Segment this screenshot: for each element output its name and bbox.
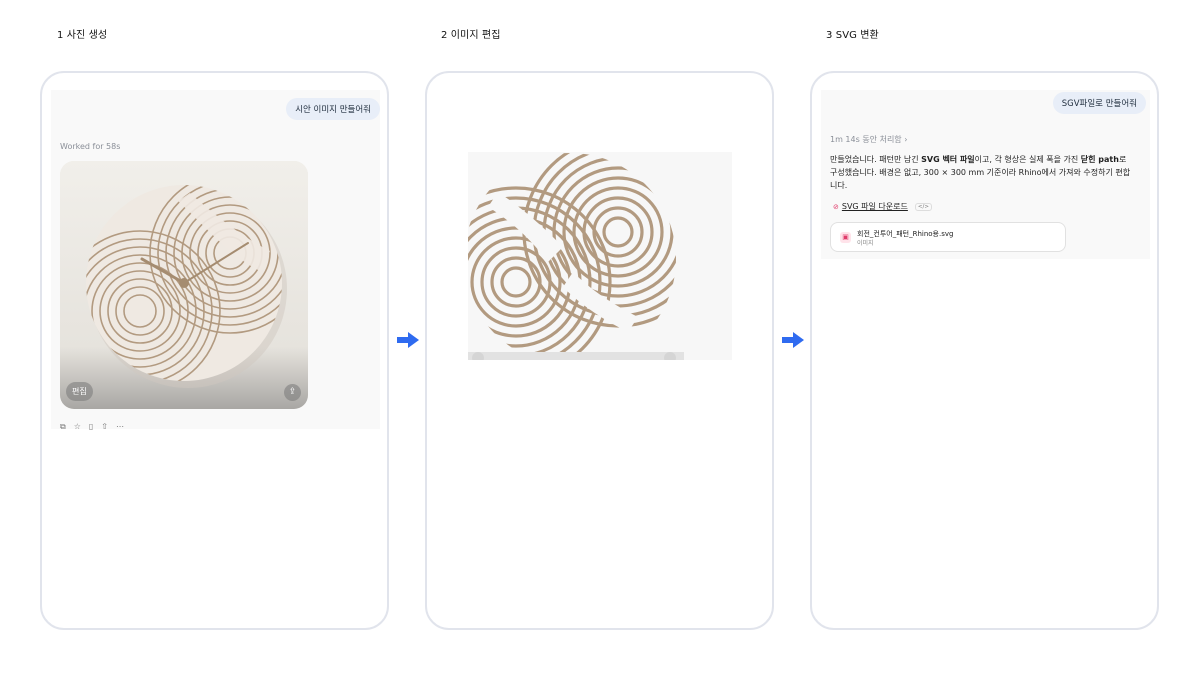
share-icon[interactable]: ⇧ (101, 422, 108, 432)
pattern-preview-image[interactable] (468, 152, 732, 360)
swirl-pattern-graphic (468, 152, 732, 360)
assistant-message: 만들었습니다. 패턴만 남긴 SVG 벡터 파일이고, 각 형상은 실제 폭을 … (830, 153, 1136, 192)
phone-screen-1: 시안 이미지 만들어줘 Worked for 58s 편집 ⇪ ⧉ ☆ ▯ ⇧ … (40, 71, 389, 630)
image-file-icon: ▣ (840, 232, 851, 243)
work-status[interactable]: Worked for 58s (60, 142, 120, 151)
arrow-right-icon (397, 332, 419, 348)
edit-image-button[interactable]: 편집 (66, 382, 93, 401)
chevron-right-icon: › (904, 135, 908, 144)
step-label-2: 2 이미지 편집 (441, 30, 501, 41)
download-label: SVG 파일 다운로드 (841, 202, 908, 211)
file-attachment[interactable]: ▣ 회전_컨투어_패턴_Rhino용.svg 이미지 (830, 222, 1066, 252)
step-label-1: 1 사진 생성 (57, 30, 108, 41)
phone-screen-2 (425, 71, 774, 630)
download-icon: ⊘ (833, 202, 839, 211)
user-message-bubble: 시안 이미지 만들어줘 (286, 98, 380, 120)
bookmark-icon[interactable]: ▯ (89, 422, 93, 432)
user-message-bubble: SGV파일로 만들어줘 (1052, 92, 1146, 114)
message-text: 만들었습니다. 패턴만 남긴 (830, 155, 922, 164)
clock-image (60, 161, 308, 409)
copy-icon[interactable]: ⧉ (60, 422, 66, 432)
code-chip: </> (914, 202, 932, 211)
arrow-right-icon (782, 332, 804, 348)
share-icon[interactable]: ⇪ (284, 384, 301, 401)
step-label-3: 3 SVG 변환 (826, 30, 879, 41)
more-icon[interactable]: ⋯ (116, 422, 124, 432)
message-bold: 닫힌 path (1080, 155, 1119, 164)
phone-screen-3: SGV파일로 만들어줘 1m 14s 동안 처리함 › 만들었습니다. 패턴만 … (810, 71, 1159, 630)
message-bold: SVG 벡터 파일 (921, 155, 975, 164)
like-icon[interactable]: ☆ (74, 422, 81, 432)
chat-area: SGV파일로 만들어줘 1m 14s 동안 처리함 › 만들었습니다. 패턴만 … (821, 90, 1150, 259)
generated-image[interactable]: 편집 ⇪ (60, 161, 308, 409)
message-text: 이고, 각 형상은 실제 폭을 가진 (974, 155, 1081, 164)
message-actions: ⧉ ☆ ▯ ⇧ ⋯ (60, 422, 124, 432)
chat-area: 시안 이미지 만들어줘 Worked for 58s 편집 ⇪ ⧉ ☆ ▯ ⇧ … (51, 90, 380, 432)
file-type: 이미지 (857, 240, 874, 247)
svg-download-link[interactable]: ⊘ SVG 파일 다운로드 </> (833, 201, 932, 212)
work-status[interactable]: 1m 14s 동안 처리함 › (830, 134, 907, 145)
status-text: 1m 14s 동안 처리함 (830, 135, 902, 144)
